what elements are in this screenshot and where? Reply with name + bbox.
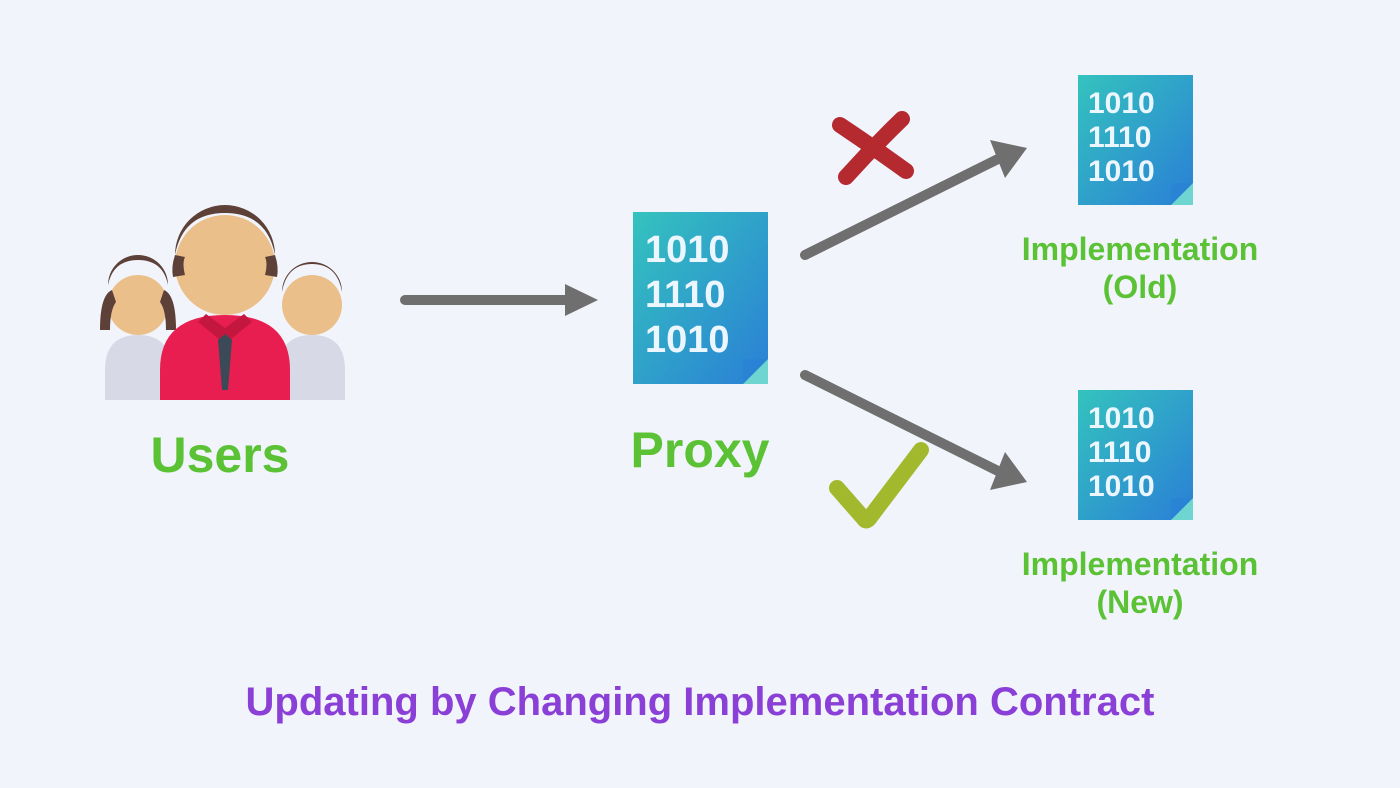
implementation-old-document-icon: 1010 1110 1010 [1078,75,1193,210]
users-icon [90,190,360,405]
cross-mark-icon [828,105,918,200]
svg-text:1110: 1110 [645,274,725,316]
svg-text:1010: 1010 [1088,155,1155,188]
svg-text:1010: 1010 [1088,87,1155,120]
arrow-users-to-proxy-icon [400,270,600,335]
implementation-new-label: Implementation (New) [1000,545,1280,622]
implementation-new-document-icon: 1010 1110 1010 [1078,390,1193,525]
implementation-old-label: Implementation (Old) [1000,230,1280,307]
svg-text:1010: 1010 [1088,470,1155,503]
proxy-label: Proxy [600,420,800,480]
svg-text:1010: 1010 [645,319,730,361]
svg-text:1010: 1010 [645,229,730,271]
diagram-caption: Updating by Changing Implementation Cont… [0,680,1400,725]
svg-text:1110: 1110 [1088,121,1151,154]
check-mark-icon [825,440,935,545]
svg-text:1010: 1010 [1088,402,1155,435]
proxy-document-icon: 1010 1110 1010 [633,212,768,389]
users-label: Users [90,425,350,485]
svg-text:1110: 1110 [1088,436,1151,469]
